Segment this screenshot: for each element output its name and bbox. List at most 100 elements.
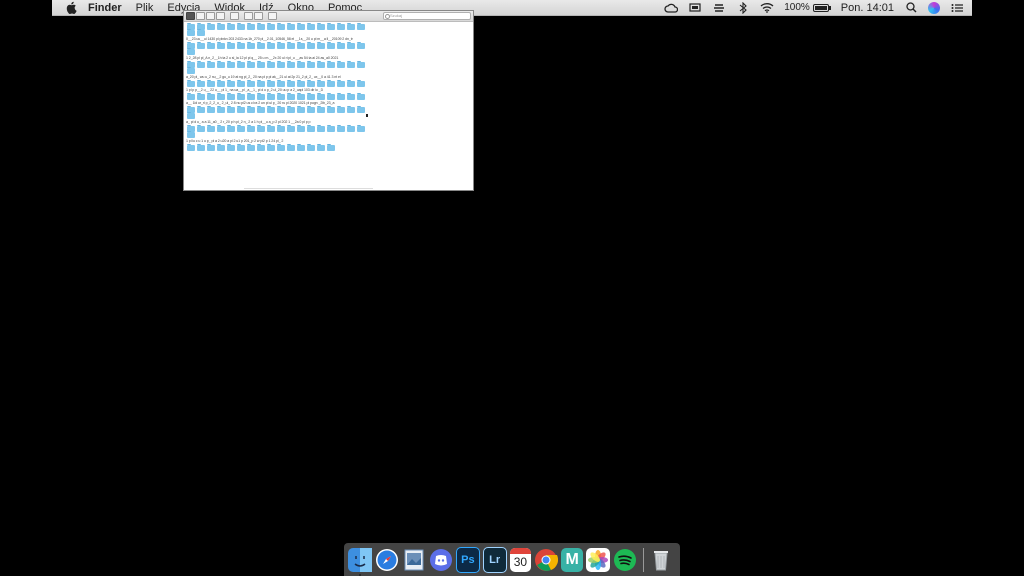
folder-icon[interactable] (277, 80, 285, 87)
folder-icon[interactable] (217, 93, 225, 100)
folder-icon[interactable] (237, 23, 245, 30)
folder-icon[interactable] (207, 61, 215, 68)
folder-icon[interactable] (327, 61, 335, 68)
dock-photos-icon[interactable] (586, 547, 611, 572)
folder-icon[interactable] (277, 23, 285, 30)
view-gallery-button[interactable] (216, 12, 225, 20)
folder-icon[interactable] (237, 42, 245, 49)
folder-icon[interactable] (207, 144, 215, 151)
folder-icon[interactable] (187, 67, 195, 74)
folder-icon[interactable] (287, 125, 295, 132)
folder-icon[interactable] (327, 93, 335, 100)
folder-icon[interactable] (297, 144, 305, 151)
folder-icon[interactable] (247, 61, 255, 68)
folder-icon[interactable] (347, 61, 355, 68)
folder-icon[interactable] (307, 93, 315, 100)
folder-icon[interactable] (347, 80, 355, 87)
folder-icon[interactable] (347, 106, 355, 113)
folder-icon[interactable] (257, 42, 265, 49)
menu-plik[interactable]: Plik (136, 2, 154, 14)
folder-icon[interactable] (317, 42, 325, 49)
gear-action-button[interactable] (244, 12, 253, 20)
folder-icon[interactable] (327, 125, 335, 132)
folder-icon[interactable] (337, 23, 345, 30)
display-mirror-icon[interactable] (688, 2, 702, 14)
dock-photoshop-icon[interactable]: Ps (456, 546, 480, 573)
folder-icon[interactable] (207, 106, 215, 113)
folder-icon[interactable] (257, 80, 265, 87)
folder-icon[interactable] (317, 106, 325, 113)
folder-icon[interactable] (347, 93, 355, 100)
folder-icon[interactable] (287, 42, 295, 49)
folder-icon[interactable] (297, 106, 305, 113)
folder-icon[interactable] (237, 93, 245, 100)
folder-icon[interactable] (307, 80, 315, 87)
folder-icon[interactable] (197, 80, 205, 87)
folder-icon[interactable] (187, 29, 195, 36)
folder-icon[interactable] (297, 42, 305, 49)
folder-icon[interactable] (337, 93, 345, 100)
folder-icon[interactable] (357, 80, 365, 87)
folder-icon[interactable] (187, 48, 195, 55)
folder-icon[interactable] (227, 80, 235, 87)
folder-icon[interactable] (337, 125, 345, 132)
folder-icon[interactable] (357, 125, 365, 132)
folder-icon[interactable] (267, 61, 275, 68)
folder-icon[interactable] (217, 23, 225, 30)
folder-icon[interactable] (197, 144, 205, 151)
folder-icon[interactable] (207, 125, 215, 132)
folder-icon[interactable] (277, 61, 285, 68)
folder-icon[interactable] (247, 144, 255, 151)
folder-icon[interactable] (217, 80, 225, 87)
folder-icon[interactable] (247, 23, 255, 30)
folder-icon[interactable] (217, 125, 225, 132)
folder-icon[interactable] (277, 125, 285, 132)
folder-icon[interactable] (287, 61, 295, 68)
folder-icon[interactable] (317, 23, 325, 30)
folder-icon[interactable] (337, 80, 345, 87)
folder-icon[interactable] (247, 80, 255, 87)
folder-icon[interactable] (257, 144, 265, 151)
folder-icon[interactable] (237, 106, 245, 113)
search-input[interactable]: Szukaj (383, 12, 471, 20)
dock-finder-icon[interactable] (348, 547, 372, 576)
view-icons-button[interactable] (186, 12, 195, 20)
folder-icon[interactable] (237, 80, 245, 87)
folder-icon[interactable] (307, 42, 315, 49)
dock-spotify-icon[interactable] (613, 548, 637, 572)
folder-icon[interactable] (187, 80, 195, 87)
folder-icon[interactable] (267, 23, 275, 30)
folder-icon[interactable] (317, 93, 325, 100)
folder-icon[interactable] (357, 106, 365, 113)
folder-icon[interactable] (237, 125, 245, 132)
folder-icon[interactable] (347, 125, 355, 132)
folder-icon[interactable] (227, 106, 235, 113)
folder-icon[interactable] (197, 93, 205, 100)
menu-app-finder[interactable]: Finder (88, 2, 122, 14)
dock-calendar-icon[interactable]: 30 (509, 547, 532, 572)
folder-icon[interactable] (227, 144, 235, 151)
dock-preview-icon[interactable] (402, 548, 426, 572)
folder-icon[interactable] (287, 23, 295, 30)
folder-icon[interactable] (237, 61, 245, 68)
folder-icon[interactable] (187, 112, 195, 119)
folder-icon[interactable] (207, 80, 215, 87)
dock-medium-icon[interactable]: M (561, 547, 584, 572)
folder-icon[interactable] (337, 106, 345, 113)
folder-icon[interactable] (347, 42, 355, 49)
folder-icon[interactable] (297, 80, 305, 87)
folder-icon[interactable] (317, 61, 325, 68)
folder-icon[interactable] (277, 106, 285, 113)
folder-icon[interactable] (307, 144, 315, 151)
folder-icon[interactable] (217, 106, 225, 113)
dock-discord-icon[interactable] (429, 548, 453, 572)
folder-icon[interactable] (307, 61, 315, 68)
folder-icon[interactable] (227, 42, 235, 49)
horizontal-scrollbar[interactable] (244, 188, 373, 189)
folder-icon[interactable] (347, 23, 355, 30)
folder-icon[interactable] (317, 125, 325, 132)
folder-icon[interactable] (267, 80, 275, 87)
folder-icon[interactable] (267, 106, 275, 113)
folder-icon[interactable] (287, 80, 295, 87)
folder-icon[interactable] (357, 23, 365, 30)
